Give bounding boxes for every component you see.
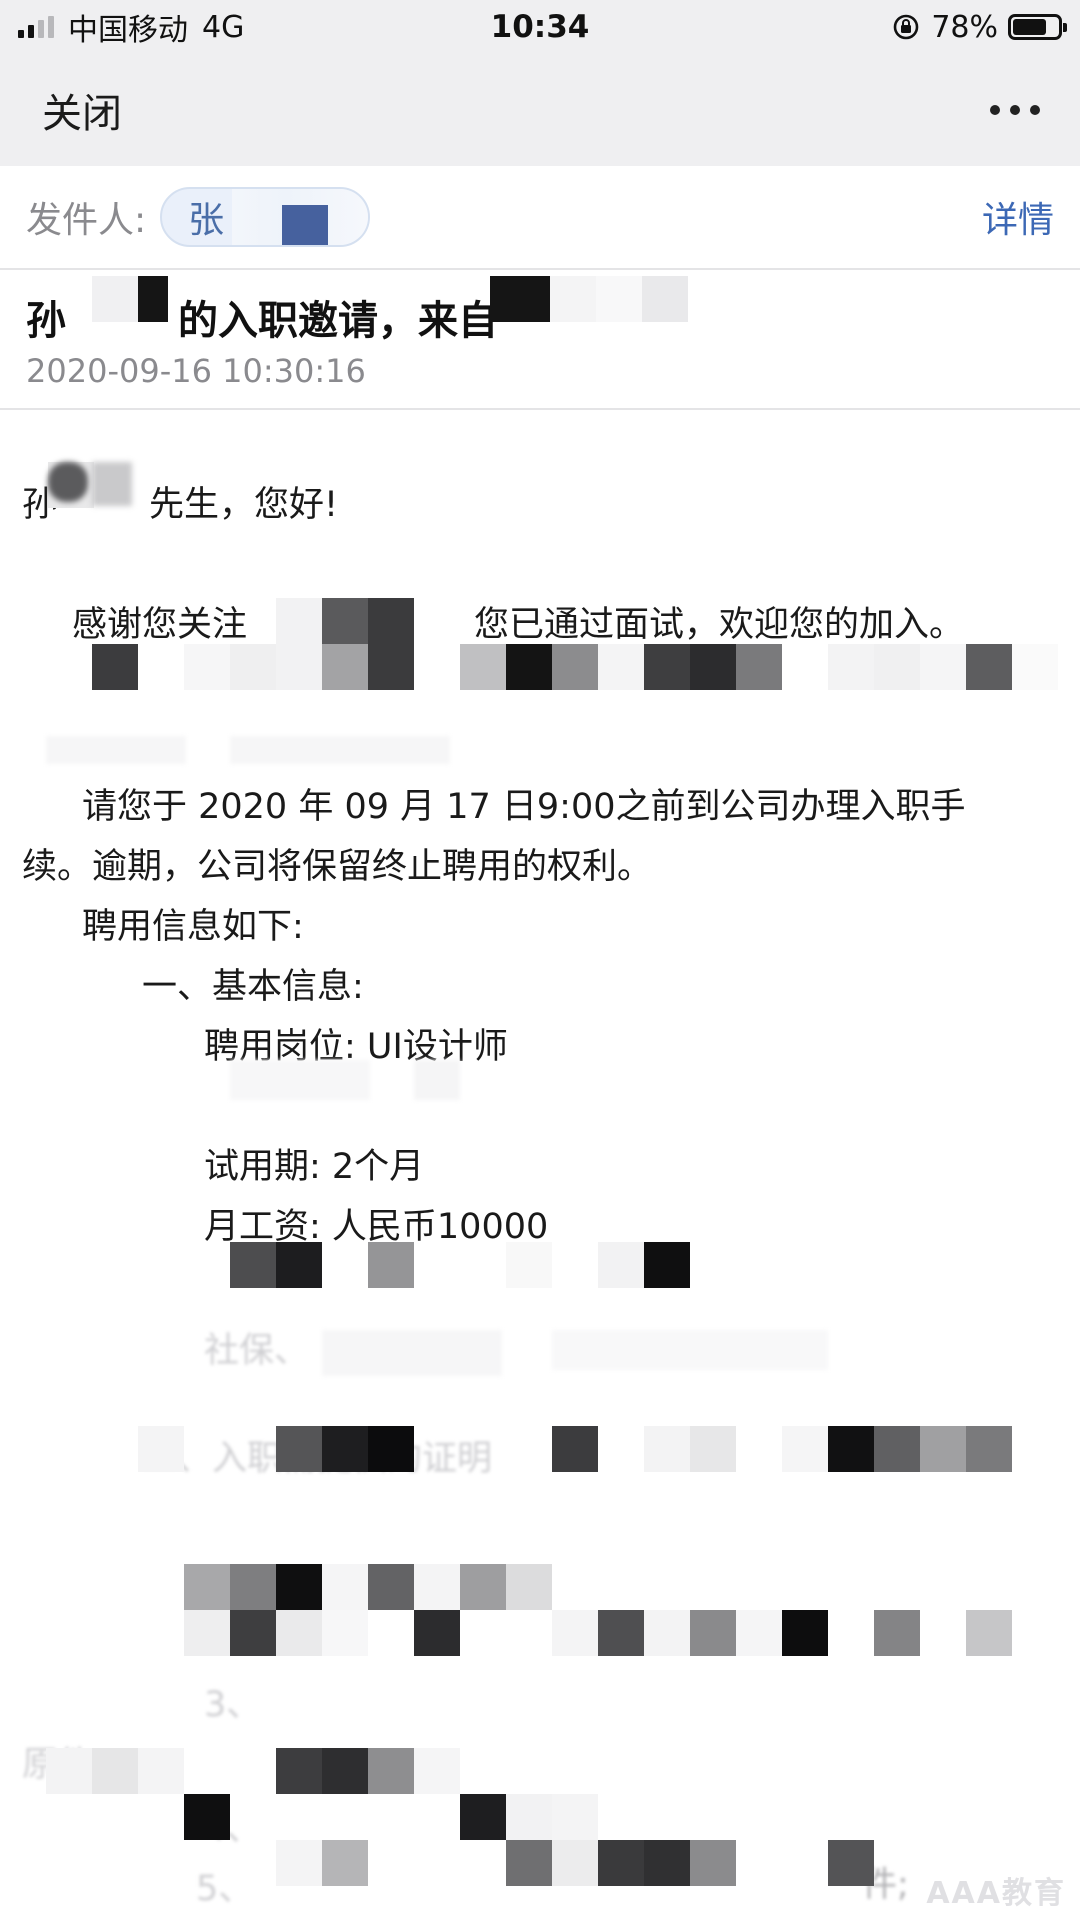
sender-name-mosaic [282, 205, 329, 245]
probation-line: 试用期: 2个月 [204, 1147, 425, 1187]
watermark: AAA教育 [926, 1876, 1066, 1911]
info-heading: 聘用信息如下: [82, 907, 304, 947]
more-horizontal-icon[interactable] [990, 105, 1040, 115]
battery-percent: 78% [931, 9, 998, 45]
detail-link[interactable]: 详情 [982, 191, 1054, 243]
signal-icon [18, 16, 54, 38]
subject-part2: 的入职邀请，来自 [178, 298, 498, 344]
network-type: 4G [202, 9, 245, 45]
status-left: 中国移动 4G [18, 5, 398, 49]
subject-area: 孙 的入职邀请，来自 2020-09-16 10:30:16 [0, 270, 1080, 410]
rotation-lock-icon [894, 14, 919, 40]
status-right: 78% [682, 9, 1067, 45]
battery-fill [1013, 19, 1047, 35]
report-line-2: 续。逾期，公司将保留终止聘用的权利。 [22, 847, 653, 887]
sender-label: 发件人: [26, 200, 147, 241]
sender-chip[interactable]: 张 [160, 187, 371, 247]
social-security-line: 社保、 [204, 1331, 310, 1371]
thanks-line-start: 感谢您关注 [72, 605, 248, 645]
email-date: 2020-09-16 10:30:16 [26, 352, 366, 390]
item3-line: 3、 [204, 1685, 262, 1725]
report-line-1: 请您于 2020 年 09 月 17 日9:00之前到公司办理入职手 [82, 787, 966, 827]
nav-bar: 关闭 [0, 54, 1080, 166]
close-button[interactable]: 关闭 [42, 81, 122, 139]
sender-row: 发件人: 张 详情 [0, 166, 1080, 270]
battery-icon [1008, 14, 1067, 40]
status-bar: 中国移动 4G 10:34 78% [0, 0, 1080, 54]
carrier-name: 中国移动 [68, 13, 188, 48]
section1-title: 一、基本信息: [142, 967, 364, 1007]
item5-line: 5、 [196, 1869, 254, 1909]
thanks-line-end: 您已通过面试，欢迎您的加入。 [474, 605, 965, 645]
sender-name: 张 [188, 200, 225, 241]
subject-part1: 孙 [26, 298, 66, 344]
clock: 10:34 [490, 9, 590, 45]
greeting-end: 先生，您好! [149, 485, 339, 525]
